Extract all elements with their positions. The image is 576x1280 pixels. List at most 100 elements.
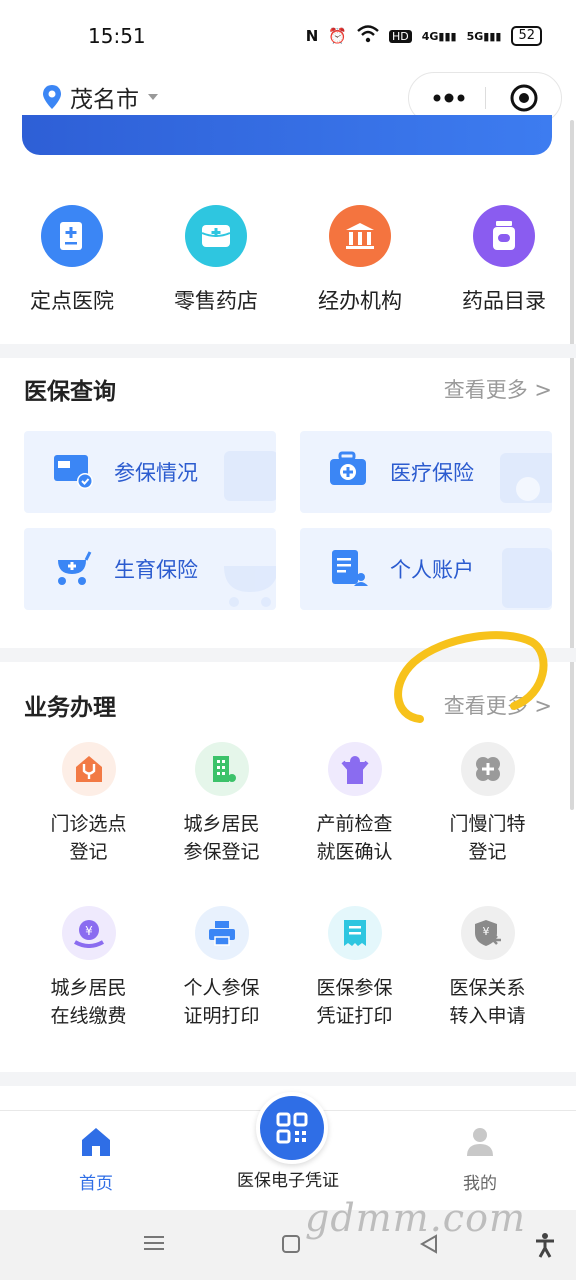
wifi-icon — [357, 25, 379, 47]
site-watermark: gdmm.com — [305, 1196, 526, 1240]
medical-kit-icon — [330, 451, 366, 485]
home-button-icon[interactable] — [282, 1235, 300, 1257]
service-label-line1: 门诊选点 — [50, 813, 127, 835]
alarm-icon: ⏰ — [328, 27, 347, 45]
home-icon — [82, 1128, 110, 1156]
insurance-card-icon — [54, 455, 93, 489]
section-divider — [0, 1072, 576, 1086]
qr-certificate-button[interactable] — [256, 1092, 328, 1164]
service-item[interactable]: ¥ 医保关系转入申请 — [421, 906, 554, 1030]
hd-badge: HD — [388, 29, 412, 43]
signal-4g-icon: 4G▮▮▮ — [421, 29, 457, 43]
service-label: 城乡居民 在线缴费 — [22, 974, 155, 1030]
service-label-line2: 证明打印 — [183, 1005, 260, 1027]
quick-link-pharmacy[interactable]: 零售药店 — [144, 205, 288, 315]
service-item[interactable]: 城乡居民 参保登记 — [155, 742, 288, 866]
service-label: 城乡居民 参保登记 — [155, 810, 288, 866]
caret-down-icon — [148, 94, 158, 100]
service-label-line1: 医保参保 — [316, 977, 393, 999]
service-item[interactable]: 门诊选点 登记 — [22, 742, 155, 866]
svg-text:¥: ¥ — [482, 925, 489, 938]
service-item[interactable]: 个人参保 证明打印 — [155, 906, 288, 1030]
insurance-query-title: 医保查询 — [24, 379, 116, 405]
quick-link-label: 定点医院 — [30, 289, 114, 313]
card-personal-account[interactable]: 个人账户 — [300, 528, 552, 610]
card-label: 个人账户 — [390, 558, 474, 582]
card-watermark-icon — [500, 453, 552, 503]
institution-icon — [329, 205, 391, 267]
service-label: 医保关系 转入申请 — [421, 974, 554, 1030]
service-item[interactable]: 医保参保 凭证打印 — [288, 906, 421, 1030]
stroller-icon — [58, 551, 92, 585]
insurance-query-more-link[interactable]: 查看更多 > — [444, 374, 552, 404]
service-item[interactable]: 门慢门特 登记 — [421, 742, 554, 866]
nav-mine[interactable]: 我的 — [410, 1126, 550, 1194]
close-miniprogram-icon[interactable] — [509, 83, 539, 113]
card-maternity-insurance[interactable]: 生育保险 — [24, 528, 276, 610]
nav-home[interactable]: 首页 — [26, 1126, 166, 1194]
service-label-line2: 参保登记 — [183, 841, 260, 863]
card-label: 参保情况 — [114, 461, 198, 485]
pharmacy-icon — [185, 205, 247, 267]
card-watermark-icon — [224, 451, 276, 501]
quick-link-label: 药品目录 — [462, 289, 546, 313]
payment-icon: ¥ — [61, 906, 116, 960]
building-icon — [194, 742, 249, 796]
transfer-shield-icon: ¥ — [460, 906, 515, 960]
top-banner[interactable] — [22, 115, 552, 155]
battery-indicator: 52 — [511, 26, 542, 46]
service-label-line2: 凭证打印 — [316, 1005, 393, 1027]
service-label-line1: 城乡居民 — [183, 813, 260, 835]
service-item[interactable]: 产前检查 就医确认 — [288, 742, 421, 866]
house-stethoscope-icon — [61, 742, 116, 796]
location-pin-icon — [43, 85, 61, 109]
nav-home-label: 首页 — [79, 1174, 113, 1194]
business-title: 业务办理 — [24, 695, 116, 721]
capsule-divider — [485, 87, 486, 109]
nav-mine-label: 我的 — [463, 1174, 497, 1194]
menu-icon[interactable] — [144, 1233, 164, 1257]
medicine-icon — [473, 205, 535, 267]
quick-link-institution[interactable]: 经办机构 — [288, 205, 432, 315]
service-label-line2: 就医确认 — [316, 841, 393, 863]
signal-5g-icon: 5G▮▮▮ — [466, 29, 502, 43]
baby-icon — [327, 742, 382, 796]
qr-code-icon — [276, 1112, 308, 1144]
service-label-line1: 医保关系 — [449, 977, 526, 999]
handwritten-circle-annotation — [394, 631, 548, 723]
service-label: 门诊选点 登记 — [22, 810, 155, 866]
card-watermark-icon — [502, 548, 552, 608]
user-icon — [467, 1128, 493, 1156]
status-icons: N ⏰ HD 4G▮▮▮ 5G▮▮▮ 52 — [306, 22, 542, 50]
service-item[interactable]: ¥ 城乡居民在线缴费 — [22, 906, 155, 1030]
service-label: 门慢门特 登记 — [421, 810, 554, 866]
nfc-icon: N — [305, 27, 319, 45]
card-watermark-icon — [224, 566, 276, 607]
receipt-icon — [327, 906, 382, 960]
quick-link-hospital[interactable]: 定点医院 — [0, 205, 144, 315]
status-time: 15:51 — [88, 24, 146, 48]
card-label: 医疗保险 — [390, 461, 474, 485]
quick-link-medicine[interactable]: 药品目录 — [432, 205, 576, 315]
card-enrollment-status[interactable]: 参保情况 — [24, 431, 276, 513]
city-selector[interactable]: 茂名市 — [42, 80, 159, 114]
card-label: 生育保险 — [114, 558, 198, 582]
quick-link-label: 经办机构 — [318, 289, 402, 313]
section-divider — [0, 344, 576, 358]
hospital-icon — [41, 205, 103, 267]
service-label-line2: 在线缴费 — [50, 1005, 127, 1027]
card-medical-insurance[interactable]: 医疗保险 — [300, 431, 552, 513]
service-label-line1: 产前检查 — [316, 813, 393, 835]
printer-icon — [194, 906, 249, 960]
nav-certificate-label[interactable]: 医保电子凭证 — [218, 1166, 358, 1191]
accessibility-icon[interactable] — [534, 1232, 556, 1262]
service-label-line2: 转入申请 — [449, 1005, 526, 1027]
account-document-icon — [332, 550, 368, 586]
service-label-line1: 门慢门特 — [449, 813, 526, 835]
service-label: 个人参保 证明打印 — [155, 974, 288, 1030]
more-menu-icon[interactable] — [427, 85, 471, 111]
service-label-line1: 城乡居民 — [50, 977, 127, 999]
service-label: 产前检查 就医确认 — [288, 810, 421, 866]
medical-cross-icon — [460, 742, 515, 796]
service-label-line1: 个人参保 — [183, 977, 260, 999]
